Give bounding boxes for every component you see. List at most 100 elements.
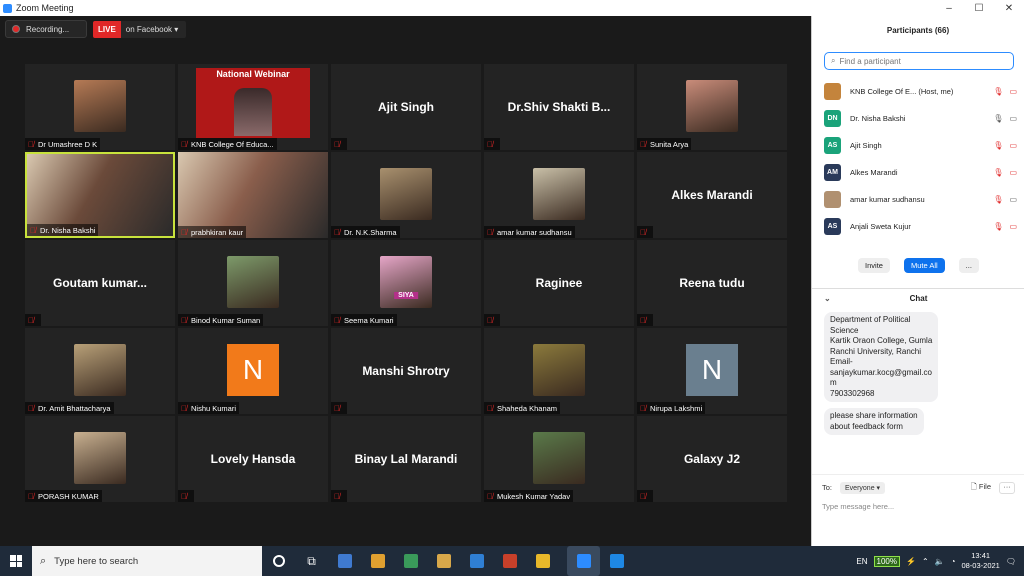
camera-icon[interactable]: ▭ [1009,141,1017,150]
more-options-button[interactable]: ... [958,258,979,273]
participant-row[interactable]: KNB College Of E... (Host, me) 🎙 ▭ [812,78,1024,105]
language-indicator[interactable]: EN [856,557,867,566]
mic-icon[interactable]: 🎙 [993,141,1003,150]
video-tile[interactable]: Goutam kumar... 🎙̸ [25,240,175,326]
minimize-button[interactable]: – [934,3,964,14]
camera-icon[interactable]: ▭ [1009,168,1017,177]
participant-name: Nirupa Lakshmi [650,403,703,413]
video-tile[interactable]: Lovely Hansda 🎙̸ [178,416,328,502]
camera-icon[interactable]: ▭ [1009,114,1017,123]
video-tile[interactable]: 🎙̸ Dr. Amit Bhattacharya [25,328,175,414]
chevron-up-icon[interactable]: ⌃ [922,557,929,566]
mic-icon[interactable]: 🎙 [993,114,1003,123]
participant-display-name: Binay Lal Marandi [354,452,458,466]
app-icon [370,554,385,568]
task-view-icon[interactable]: ⧉ [295,546,328,576]
participant-row[interactable]: amar kumar sudhansu 🎙 ▭ [812,186,1024,213]
taskbar-app-icon[interactable] [361,546,394,576]
chat-input[interactable]: Type message here... [812,500,1024,513]
video-tile[interactable]: Raginee 🎙̸ [484,240,634,326]
video-tile[interactable]: Reena tudu 🎙̸ [637,240,787,326]
chat-message-line: sanjaykumar.kocg@gmail.co [830,367,932,377]
participant-search-input[interactable] [839,56,1013,66]
camera-icon[interactable]: ▭ [1009,195,1017,204]
participant-list-name: Ajit Singh [850,141,882,150]
taskbar-app-icon[interactable] [328,546,361,576]
muted-mic-icon: 🎙̸ [487,227,493,237]
video-tile[interactable]: 🎙̸ Binod Kumar Suman [178,240,328,326]
power-icon[interactable]: ⚡ [906,557,916,566]
taskbar-app-icon[interactable] [493,546,526,576]
video-tile[interactable]: 🎙̸ Mukesh Kumar Yadav [484,416,634,502]
live-target[interactable]: on Facebook ▾ [120,21,186,38]
video-tile[interactable]: National Webinar 🎙̸ KNB College Of Educa… [178,64,328,150]
video-tile[interactable]: 🎙̸ Sunita Arya [637,64,787,150]
camera-icon[interactable]: ▭ [1009,87,1017,96]
video-tile[interactable]: 🎙̸ Dr. N.K.Sharma [331,152,481,238]
battery-indicator[interactable]: 100% [873,555,900,567]
participant-row[interactable]: AM Alkes Marandi 🎙 ▭ [812,159,1024,186]
live-stream-status[interactable]: LIVE on Facebook ▾ [93,21,186,38]
video-tile[interactable]: SIYA 🎙̸ Seema Kumari [331,240,481,326]
video-tile[interactable]: 🎙̸ Shaheda Khanam [484,328,634,414]
video-tile[interactable]: Manshi Shrotry 🎙̸ [331,328,481,414]
taskbar-search[interactable]: ⌕ Type here to search [32,546,262,576]
invite-button[interactable]: Invite [858,258,890,273]
mic-icon[interactable]: 🎙 [993,168,1003,177]
video-tile[interactable]: Galaxy J2 🎙̸ [637,416,787,502]
chat-messages: Department of Political Science Kartik Ora… [824,312,1014,472]
mic-icon[interactable]: 🎙 [993,87,1003,96]
muted-mic-icon: 🎙̸ [334,139,340,149]
close-button[interactable]: ✕ [994,3,1024,14]
participant-list-name: KNB College Of E... (Host, me) [850,87,954,96]
taskbar-app-icon[interactable] [526,546,559,576]
start-button[interactable] [0,555,32,567]
video-tile[interactable]: 🎙̸ prabhkiran kaur [178,152,328,238]
video-tile[interactable]: 🎙̸ amar kumar sudhansu [484,152,634,238]
muted-mic-icon: 🎙̸ [334,491,340,501]
speaker-icon[interactable]: 🔈 [935,557,945,566]
participant-name: Dr Umashree D K [38,139,98,149]
file-button[interactable]: 🗋 File [971,481,991,494]
camera-icon[interactable]: ▭ [1009,222,1017,231]
participant-name-label: 🎙̸ Dr Umashree D K [25,138,101,150]
video-tile[interactable]: 🎙̸ Dr Umashree D K [25,64,175,150]
video-tile[interactable]: N 🎙̸ Nirupa Lakshmi [637,328,787,414]
video-tile[interactable]: Binay Lal Marandi 🎙̸ [331,416,481,502]
video-tile[interactable]: N 🎙̸ Nishu Kumari [178,328,328,414]
notifications-icon[interactable]: 🗨 [1006,557,1016,566]
video-tile[interactable]: Alkes Marandi 🎙̸ [637,152,787,238]
taskbar-app-icon[interactable] [460,546,493,576]
participant-search[interactable]: ⌕ [824,52,1014,70]
recording-indicator[interactable]: Recording... [5,20,87,38]
chat-recipient-select[interactable]: Everyone ▾ [840,481,886,494]
mic-icon[interactable]: 🎙 [993,222,1003,231]
clock[interactable]: 13:41 08-03-2021 [961,551,999,571]
wifi-icon[interactable]: ◔ [951,557,956,566]
taskbar-app-icon[interactable] [600,546,633,576]
participant-row[interactable]: AS Anjali Sweta Kujur 🎙 ▭ [812,213,1024,240]
mute-all-button[interactable]: Mute All [903,258,945,273]
video-tile[interactable]: Dr.Shiv Shakti B... 🎙̸ [484,64,634,150]
chat-more-button[interactable]: ··· [999,481,1015,494]
cortana-icon[interactable] [262,546,295,576]
taskbar-app-icon[interactable] [394,546,427,576]
participant-row[interactable]: DN Dr. Nisha Bakshi 🎙 ▭ [812,105,1024,132]
video-tile[interactable]: Ajit Singh 🎙̸ [331,64,481,150]
mic-icon[interactable]: 🎙 [993,195,1003,204]
taskbar-app-icon[interactable] [567,546,600,576]
maximize-button[interactable]: ☐ [964,3,994,14]
muted-mic-icon: 🎙̸ [487,139,493,149]
clock-date: 08-03-2021 [961,561,1000,570]
chevron-down-icon[interactable]: ⌄ [824,294,831,303]
avatar [824,83,841,100]
participant-display-name: Raginee [535,276,583,290]
participant-name: Shaheda Khanam [497,403,558,413]
video-tile[interactable]: 🎙̸ PORASH KUMAR [25,416,175,502]
participant-name-label: 🎙̸ [637,314,653,326]
participant-row[interactable]: AS Ajit Singh 🎙 ▭ [812,132,1024,159]
taskbar-app-icon[interactable] [427,546,460,576]
participant-photo [533,344,585,396]
participant-display-name: Dr.Shiv Shakti B... [507,100,611,114]
video-tile[interactable]: 🎙̸ Dr. Nisha Bakshi [25,152,175,238]
